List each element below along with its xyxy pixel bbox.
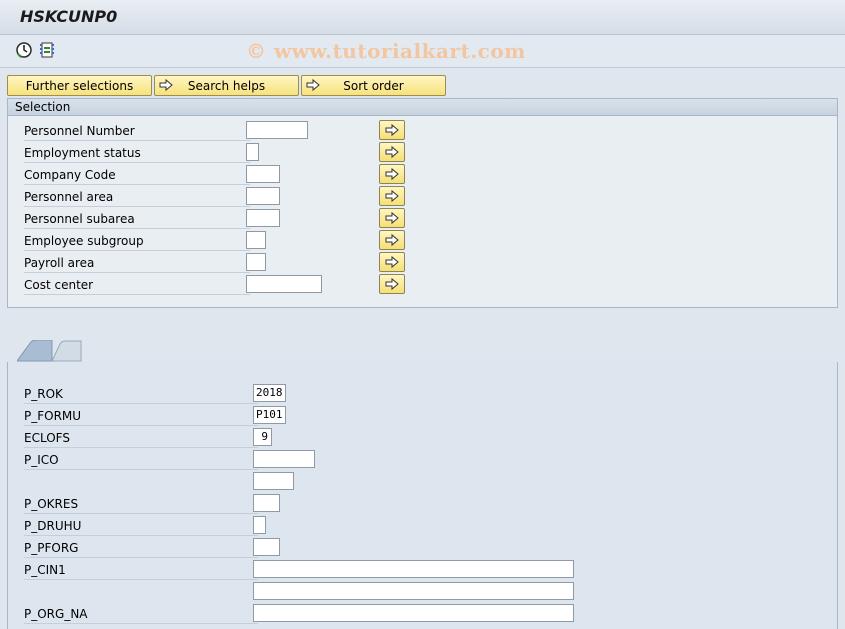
search-helps-label: Search helps: [187, 78, 266, 93]
arrow-right-icon: [385, 189, 399, 203]
arrow-right-icon: [385, 277, 399, 291]
param-label: P_FORMU: [24, 407, 258, 426]
watermark-text: © www.tutorialkart.com: [246, 39, 526, 63]
arrow-right-icon: [306, 78, 320, 92]
employee-subgroup-input[interactable]: [246, 231, 266, 249]
selection-row-label: Employment status: [24, 144, 250, 163]
multiple-selection-button[interactable]: [379, 252, 405, 272]
selection-group-title: Selection: [8, 99, 837, 116]
param-label: P_OKRES: [24, 495, 258, 514]
unlabeled-input-2[interactable]: [253, 582, 574, 600]
unlabeled-input-1[interactable]: [253, 472, 294, 490]
application-toolbar: © www.tutorialkart.com: [0, 35, 845, 68]
selection-group: Selection Personnel Number Employment st…: [7, 98, 838, 308]
selection-row-label: Payroll area: [24, 254, 250, 273]
p-formu-input[interactable]: P101: [253, 406, 286, 424]
multiple-selection-button[interactable]: [379, 186, 405, 206]
multiple-selection-button[interactable]: [379, 120, 405, 140]
p-cin1-input[interactable]: [253, 560, 574, 578]
tab-strip: [7, 340, 838, 364]
param-label: ECLOFS: [24, 429, 258, 448]
selection-row-label: Employee subgroup: [24, 232, 250, 251]
arrow-right-icon: [385, 167, 399, 181]
arrow-right-icon: [385, 145, 399, 159]
further-selections-button[interactable]: Further selections: [7, 75, 152, 96]
window-title: HSKCUNP0: [20, 7, 118, 26]
personnel-area-input[interactable]: [246, 187, 280, 205]
multiple-selection-button[interactable]: [379, 164, 405, 184]
personnel-number-input[interactable]: [246, 121, 308, 139]
selection-row-label: Personnel Number: [24, 122, 250, 141]
arrow-right-icon: [385, 211, 399, 225]
employment-status-input[interactable]: [246, 143, 259, 161]
eclofs-input[interactable]: 9: [253, 428, 272, 446]
param-label: P_PFORG: [24, 539, 258, 558]
arrow-right-icon: [385, 255, 399, 269]
p-rok-input[interactable]: 2018: [253, 384, 286, 402]
selection-row-label: Cost center: [24, 276, 250, 295]
arrow-right-icon: [159, 78, 173, 92]
selection-row-label: Company Code: [24, 166, 250, 185]
further-selections-label: Further selections: [25, 78, 134, 93]
multiple-selection-button[interactable]: [379, 230, 405, 250]
cost-center-input[interactable]: [246, 275, 322, 293]
selection-screen-icon[interactable]: [38, 41, 56, 59]
parameters-panel: P_ROK 2018 P_FORMU P101 ECLOFS 9 P_ICO P…: [7, 362, 838, 629]
payroll-area-input[interactable]: [246, 253, 266, 271]
p-org-na-input[interactable]: [253, 604, 574, 622]
sort-order-label: Sort order: [343, 78, 404, 93]
p-druhu-input[interactable]: [253, 516, 266, 534]
param-label: P_ICO: [24, 451, 258, 470]
execute-icon[interactable]: [15, 41, 33, 59]
p-okres-input[interactable]: [253, 494, 280, 512]
arrow-right-icon: [385, 233, 399, 247]
param-label: P_DRUHU: [24, 517, 258, 536]
param-label: P_ROK: [24, 385, 258, 404]
sort-order-button[interactable]: Sort order: [301, 75, 446, 96]
title-bar: HSKCUNP0: [0, 0, 845, 35]
p-ico-input[interactable]: [253, 450, 315, 468]
selection-row-label: Personnel subarea: [24, 210, 250, 229]
param-label: P_CIN1: [24, 561, 258, 580]
selection-row-label: Personnel area: [24, 188, 250, 207]
arrow-right-icon: [385, 123, 399, 137]
p-pforg-input[interactable]: [253, 538, 280, 556]
tab-active[interactable]: [17, 340, 57, 362]
search-helps-button[interactable]: Search helps: [154, 75, 299, 96]
multiple-selection-button[interactable]: [379, 208, 405, 228]
param-label: P_ORG_NA: [24, 605, 258, 624]
company-code-input[interactable]: [246, 165, 280, 183]
multiple-selection-button[interactable]: [379, 142, 405, 162]
tab-inactive[interactable]: [52, 340, 84, 362]
multiple-selection-button[interactable]: [379, 274, 405, 294]
personnel-subarea-input[interactable]: [246, 209, 280, 227]
